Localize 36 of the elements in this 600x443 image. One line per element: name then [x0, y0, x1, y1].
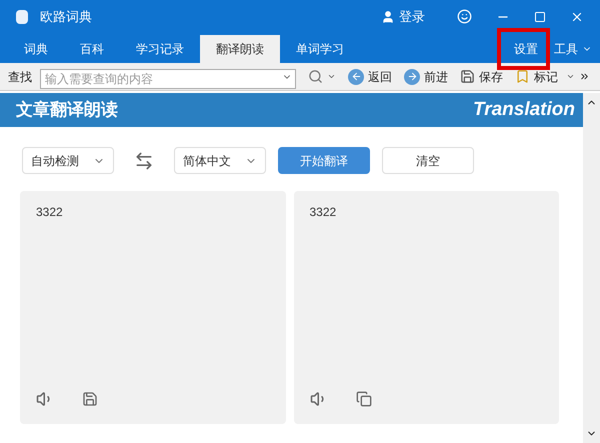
tab[interactable]: 单词学习 — [280, 35, 360, 63]
user-icon — [381, 10, 395, 24]
tab[interactable]: 词典 — [8, 35, 64, 63]
swap-icon[interactable] — [134, 150, 154, 170]
smiley-icon[interactable] — [457, 9, 472, 24]
clear-button[interactable]: 清空 — [382, 147, 474, 174]
caret-icon[interactable] — [566, 72, 575, 81]
search-icon[interactable] — [308, 69, 323, 84]
menu-button[interactable]: 工具 — [554, 40, 592, 58]
search-field[interactable]: 输入需要查询的内容 — [40, 68, 296, 88]
login-button[interactable]: 登录 — [399, 6, 425, 26]
target-language-select[interactable]: 简体中文 — [174, 147, 266, 174]
maximize-icon[interactable] — [534, 10, 546, 22]
app-logo-icon — [16, 10, 28, 24]
banner-title: 文章翻译朗读 — [16, 99, 118, 122]
source-language-select[interactable]: 自动检测 — [22, 147, 114, 174]
search-label: 查找 — [8, 68, 32, 86]
toolbar-button[interactable]: 返回 — [344, 68, 396, 86]
toolbar-button[interactable]: 前进 — [400, 68, 452, 86]
panel-text[interactable]: 3322 — [306, 203, 547, 221]
panel-text[interactable]: 3322 — [32, 203, 274, 221]
caret-icon[interactable] — [327, 72, 336, 81]
highlight-frame — [497, 28, 550, 70]
scrollbar[interactable] — [583, 93, 600, 443]
toolbar-button[interactable]: 保存 — [456, 68, 507, 86]
tab[interactable]: 百科 — [64, 35, 120, 63]
menu-button[interactable]: 设置 — [514, 40, 538, 58]
window-title: 欧路词典 — [40, 8, 92, 26]
tab[interactable]: 翻译朗读 — [200, 35, 280, 63]
bookmark-icon — [515, 69, 530, 84]
toolbar-button[interactable]: 标记 — [511, 68, 562, 86]
more-icon[interactable] — [579, 71, 590, 82]
banner-subtitle: Translation — [472, 98, 575, 122]
translate-button[interactable]: 开始翻译 — [278, 147, 370, 174]
tab[interactable]: 学习记录 — [120, 35, 200, 63]
copy-icon[interactable] — [356, 391, 372, 407]
